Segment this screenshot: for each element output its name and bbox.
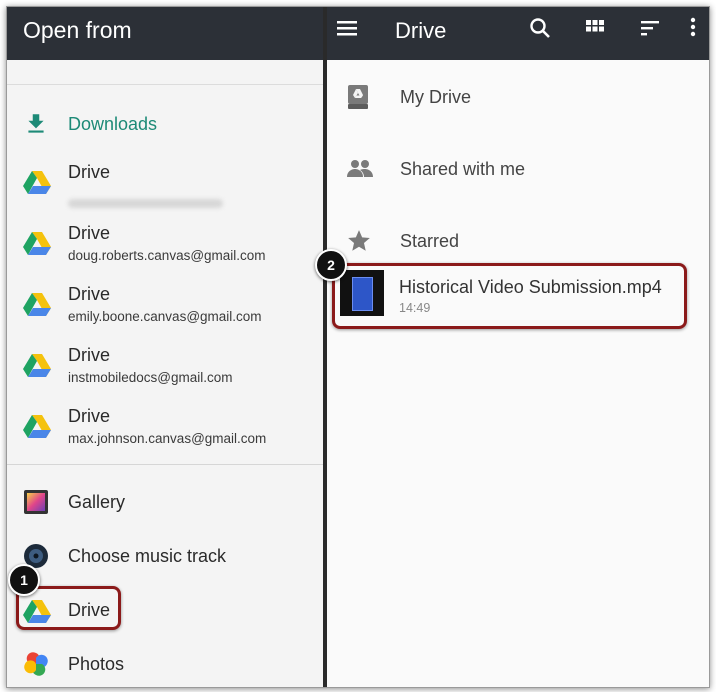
- my-drive-icon: [348, 85, 368, 109]
- panel-title: Open from: [23, 17, 132, 43]
- downloads-item[interactable]: Downloads: [7, 105, 323, 145]
- account-email: emily.boone.canvas@gmail.com: [68, 309, 262, 324]
- app-item-gallery[interactable]: Gallery: [7, 483, 323, 523]
- account-label: Drive: [68, 162, 111, 182]
- app-item-photos[interactable]: Photos: [7, 645, 323, 685]
- screenshot-frame: Open from Downloads Drive Drive doug.rob…: [6, 6, 710, 688]
- account-label: Drive: [68, 223, 111, 243]
- search-icon[interactable]: [529, 7, 551, 60]
- callout-box-2: [332, 263, 687, 329]
- account-email: doug.roberts.canvas@gmail.com: [68, 248, 266, 263]
- drive-icon: [23, 232, 51, 255]
- drive-account-item[interactable]: Drive instmobiledocs@gmail.com: [7, 340, 323, 400]
- callout-badge-1: 1: [8, 564, 40, 596]
- nav-label: Starred: [400, 231, 460, 251]
- photos-icon: [24, 652, 48, 676]
- account-email: instmobiledocs@gmail.com: [68, 370, 233, 385]
- app-item-music[interactable]: Choose music track: [7, 537, 323, 577]
- nav-label: Shared with me: [400, 159, 526, 179]
- drive-panel: Drive My Drive Shared with me Starred Hi…: [315, 7, 709, 687]
- header-spacer: [7, 60, 323, 85]
- drive-account-item[interactable]: Drive emily.boone.canvas@gmail.com: [7, 279, 323, 339]
- drive-icon: [23, 171, 51, 194]
- star-icon: [348, 230, 370, 251]
- redacted-email: [68, 199, 223, 208]
- grid-view-icon[interactable]: [584, 7, 606, 60]
- drive-icon: [23, 293, 51, 316]
- app-label: Choose music track: [68, 546, 227, 566]
- download-icon: [28, 114, 44, 133]
- drive-account-item[interactable]: Drive max.johnson.canvas@gmail.com: [7, 401, 323, 461]
- drive-icon: [23, 354, 51, 377]
- drive-account-item[interactable]: Drive: [7, 157, 323, 217]
- account-label: Drive: [68, 406, 111, 426]
- downloads-label: Downloads: [68, 114, 158, 134]
- divider: [7, 464, 323, 465]
- drive-title: Drive: [395, 18, 447, 43]
- open-from-panel: Open from Downloads Drive Drive doug.rob…: [7, 7, 323, 687]
- drive-icon: [23, 415, 51, 438]
- account-email: max.johnson.canvas@gmail.com: [68, 431, 267, 446]
- app-label: Photos: [68, 654, 125, 674]
- drive-toolbar: Drive: [327, 7, 709, 60]
- nav-item-shared[interactable]: Shared with me: [327, 149, 709, 189]
- menu-icon[interactable]: [335, 7, 359, 60]
- nav-label: My Drive: [400, 87, 471, 107]
- shared-icon: [347, 160, 373, 177]
- sort-icon[interactable]: [639, 7, 661, 60]
- drive-account-item[interactable]: Drive doug.roberts.canvas@gmail.com: [7, 218, 323, 278]
- account-label: Drive: [68, 345, 111, 365]
- callout-badge-2: 2: [315, 249, 347, 281]
- app-label: Gallery: [68, 492, 126, 512]
- more-vert-icon[interactable]: [687, 7, 699, 60]
- gallery-icon: [24, 490, 48, 514]
- open-from-header: Open from: [7, 7, 323, 60]
- account-label: Drive: [68, 284, 111, 304]
- nav-item-my-drive[interactable]: My Drive: [327, 77, 709, 117]
- nav-item-starred[interactable]: Starred: [327, 221, 709, 261]
